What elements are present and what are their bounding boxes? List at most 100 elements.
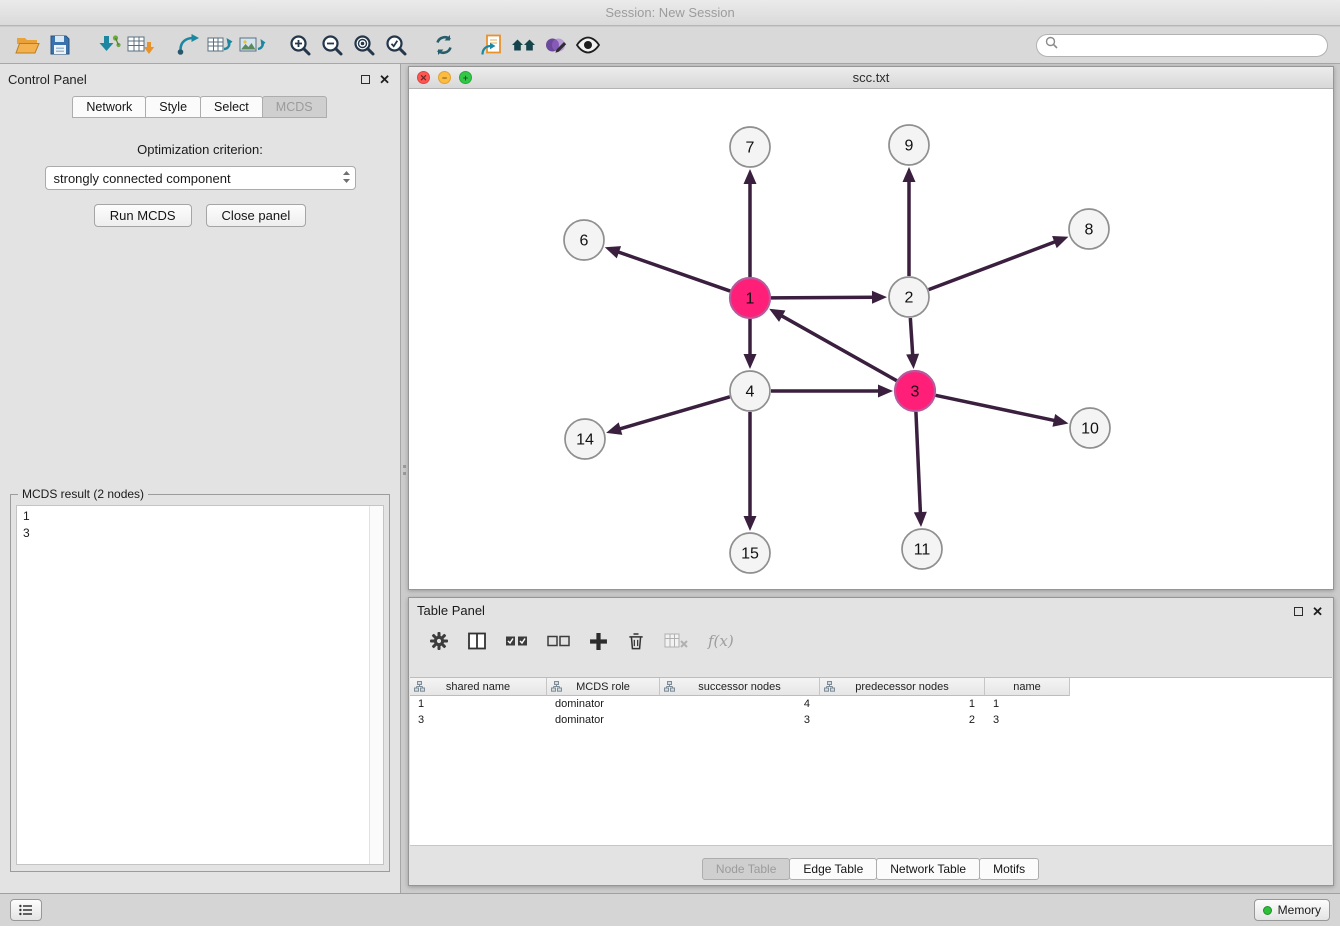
graph-edge-1-2[interactable]	[771, 297, 876, 298]
cell-successor-nodes[interactable]: 4	[660, 698, 820, 710]
close-window-icon[interactable]: ✕	[417, 71, 430, 84]
select-all-columns-icon[interactable]	[505, 633, 529, 649]
refresh-icon[interactable]	[428, 30, 460, 60]
run-mcds-button[interactable]: Run MCDS	[94, 204, 192, 227]
table-header-row: shared name MCDS role successor nodes pr…	[410, 678, 1332, 696]
search-input[interactable]	[1063, 37, 1319, 53]
zoom-in-icon[interactable]	[284, 30, 316, 60]
column-header-predecessor-nodes[interactable]: predecessor nodes	[820, 678, 985, 696]
deselect-all-columns-icon[interactable]	[547, 633, 571, 649]
search-field[interactable]	[1036, 34, 1328, 57]
cell-predecessor-nodes[interactable]: 2	[820, 714, 985, 726]
cell-mcds-role[interactable]: dominator	[547, 714, 660, 726]
graph-arrowhead	[744, 354, 757, 369]
save-session-icon[interactable]	[44, 30, 76, 60]
export-image-icon[interactable]	[236, 30, 268, 60]
home-network-icon[interactable]	[508, 30, 540, 60]
column-header-successor-nodes[interactable]: successor nodes	[660, 678, 820, 696]
zoom-fit-icon[interactable]	[348, 30, 380, 60]
graph-arrowhead	[903, 167, 916, 182]
float-table-panel-icon[interactable]	[1294, 604, 1303, 619]
table-row[interactable]: 3 dominator 3 2 3	[410, 712, 1332, 728]
column-header-name[interactable]: name	[985, 678, 1070, 696]
graph-node-label: 6	[580, 233, 589, 250]
column-label: name	[1013, 681, 1041, 693]
table-panel: Table Panel ✕	[408, 597, 1334, 886]
gear-icon[interactable]	[429, 631, 449, 651]
cell-predecessor-nodes[interactable]: 1	[820, 698, 985, 710]
show-column-panel-icon[interactable]	[467, 631, 487, 651]
graph-edge-2-8[interactable]	[929, 241, 1058, 290]
close-table-panel-icon[interactable]: ✕	[1312, 606, 1323, 617]
export-network-icon[interactable]	[172, 30, 204, 60]
network-canvas[interactable]: 7968124314101511	[409, 89, 1333, 589]
export-table-icon[interactable]	[204, 30, 236, 60]
dropdown-stepper-icon	[342, 170, 351, 187]
tab-network-table[interactable]: Network Table	[876, 858, 980, 880]
graph-edge-3-11[interactable]	[916, 412, 921, 516]
tab-mcds[interactable]: MCDS	[262, 96, 327, 118]
graph-node-label: 11	[914, 542, 931, 559]
memory-label: Memory	[1278, 903, 1321, 917]
control-panel: Control Panel ✕ Network Style Select MCD…	[0, 64, 401, 893]
graph-edge-2-3[interactable]	[910, 318, 913, 358]
column-label: predecessor nodes	[855, 681, 949, 693]
graph-edge-1-6[interactable]	[615, 251, 730, 291]
tab-style[interactable]: Style	[145, 96, 201, 118]
graph-arrowhead	[1052, 236, 1068, 248]
table-tabs: Node Table Edge Table Network Table Moti…	[409, 858, 1333, 880]
cell-name[interactable]: 3	[985, 714, 1070, 726]
column-label: successor nodes	[698, 681, 781, 693]
table-row[interactable]: 1 dominator 4 1 1	[410, 696, 1332, 712]
close-panel-button[interactable]: Close panel	[206, 204, 307, 227]
result-line: 3	[23, 525, 377, 542]
delete-column-icon[interactable]	[626, 631, 646, 652]
tab-node-table[interactable]: Node Table	[702, 858, 791, 880]
open-session-folder-icon[interactable]	[12, 30, 44, 60]
window-title: Session: New Session	[605, 5, 734, 20]
tab-motifs[interactable]: Motifs	[979, 858, 1039, 880]
zoom-selected-icon[interactable]	[380, 30, 412, 60]
tab-select[interactable]: Select	[200, 96, 263, 118]
task-history-button[interactable]	[10, 899, 42, 921]
cell-name[interactable]: 1	[985, 698, 1070, 710]
zoom-out-icon[interactable]	[316, 30, 348, 60]
graph-node-label: 7	[746, 140, 755, 157]
cell-successor-nodes[interactable]: 3	[660, 714, 820, 726]
zoom-window-icon[interactable]: +	[459, 71, 472, 84]
close-panel-icon[interactable]: ✕	[379, 74, 390, 85]
duplicate-page-icon[interactable]	[476, 30, 508, 60]
network-graph[interactable]: 7968124314101511	[409, 89, 1333, 590]
cell-mcds-role[interactable]: dominator	[547, 698, 660, 710]
tab-edge-table[interactable]: Edge Table	[789, 858, 877, 880]
graph-edge-3-10[interactable]	[936, 395, 1058, 421]
search-icon	[1045, 36, 1058, 54]
cell-shared-name[interactable]: 1	[410, 698, 547, 710]
graph-arrowhead	[605, 246, 621, 258]
graph-arrowhead	[744, 516, 757, 531]
tab-network[interactable]: Network	[72, 96, 146, 118]
style-brush-icon[interactable]	[540, 30, 572, 60]
column-header-shared-name[interactable]: shared name	[410, 678, 547, 696]
graph-node-label: 1	[746, 291, 755, 308]
import-table-icon[interactable]	[124, 30, 156, 60]
network-view-window: ✕ − + scc.txt 7968124314101511	[408, 66, 1334, 590]
add-column-icon[interactable]	[589, 632, 608, 651]
memory-button[interactable]: Memory	[1254, 899, 1330, 921]
float-panel-icon[interactable]	[361, 72, 370, 87]
mcds-result-text[interactable]: 1 3	[16, 505, 384, 865]
graph-arrowhead	[606, 422, 622, 434]
column-type-icon	[824, 681, 835, 695]
import-network-icon[interactable]	[92, 30, 124, 60]
criterion-select[interactable]: strongly connected component	[45, 166, 356, 190]
minimize-window-icon[interactable]: −	[438, 71, 451, 84]
memory-status-icon	[1263, 906, 1272, 915]
graph-edge-3-1[interactable]	[779, 314, 897, 380]
graph-edge-4-14[interactable]	[617, 397, 730, 430]
cell-shared-name[interactable]: 3	[410, 714, 547, 726]
result-scrollbar[interactable]	[369, 506, 383, 864]
column-header-mcds-role[interactable]: MCDS role	[547, 678, 660, 696]
panel-splitter-handle[interactable]	[401, 455, 407, 485]
eye-icon[interactable]	[572, 30, 604, 60]
graph-arrowhead	[1052, 414, 1068, 427]
